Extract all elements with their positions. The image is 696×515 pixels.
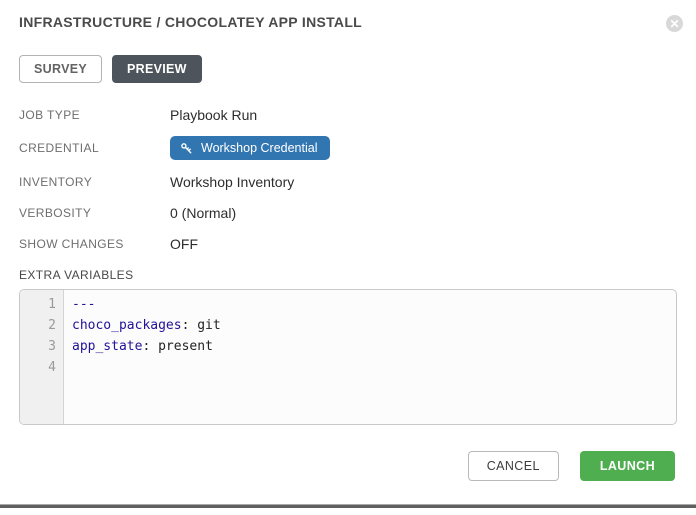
- verbosity-label: VERBOSITY: [19, 206, 170, 220]
- show-changes-label: SHOW CHANGES: [19, 237, 170, 251]
- credential-label: CREDENTIAL: [19, 141, 170, 155]
- inventory-value: Workshop Inventory: [170, 174, 294, 190]
- tab-bar: SURVEY PREVIEW: [19, 55, 677, 83]
- editor-line-number-gutter: 1 2 3 4: [20, 290, 64, 424]
- editor-code-area[interactable]: --- choco_packages: git app_state: prese…: [64, 290, 676, 424]
- job-type-value: Playbook Run: [170, 107, 257, 123]
- line-number: 1: [20, 294, 56, 315]
- show-changes-value: OFF: [170, 236, 198, 252]
- detail-row-show-changes: SHOW CHANGES OFF: [19, 228, 677, 259]
- job-type-label: JOB TYPE: [19, 108, 170, 122]
- extra-variables-label: EXTRA VARIABLES: [19, 268, 677, 282]
- page-title: INFRASTRUCTURE / CHOCOLATEY APP INSTALL: [19, 14, 677, 31]
- close-icon[interactable]: ✕: [666, 15, 683, 32]
- key-icon: [180, 142, 193, 155]
- close-glyph: ✕: [669, 18, 679, 30]
- detail-row-job-type: JOB TYPE Playbook Run: [19, 99, 677, 130]
- inventory-label: INVENTORY: [19, 175, 170, 189]
- code-line: ---: [72, 294, 676, 315]
- window-bottom-edge: [0, 504, 696, 508]
- detail-row-credential: CREDENTIAL Workshop Credential: [19, 130, 677, 166]
- modal-footer: CANCEL LAUNCH: [0, 451, 675, 481]
- modal-header: INFRASTRUCTURE / CHOCOLATEY APP INSTALL …: [0, 0, 696, 31]
- tab-survey[interactable]: SURVEY: [19, 55, 102, 83]
- launch-button[interactable]: LAUNCH: [580, 451, 675, 481]
- line-number: 3: [20, 336, 56, 357]
- job-details: JOB TYPE Playbook Run CREDENTIAL Worksho…: [19, 99, 677, 259]
- credential-badge-label: Workshop Credential: [201, 141, 318, 155]
- code-line: [72, 357, 676, 378]
- detail-row-inventory: INVENTORY Workshop Inventory: [19, 166, 677, 197]
- cancel-button[interactable]: CANCEL: [468, 451, 559, 481]
- code-line: choco_packages: git: [72, 315, 676, 336]
- code-line: app_state: present: [72, 336, 676, 357]
- job-launch-preview-modal: INFRASTRUCTURE / CHOCOLATEY APP INSTALL …: [0, 0, 696, 515]
- line-number: 2: [20, 315, 56, 336]
- tab-preview[interactable]: PREVIEW: [112, 55, 202, 83]
- extra-variables-editor[interactable]: 1 2 3 4 --- choco_packages: git app_stat…: [19, 289, 677, 425]
- detail-row-verbosity: VERBOSITY 0 (Normal): [19, 197, 677, 228]
- verbosity-value: 0 (Normal): [170, 205, 236, 221]
- credential-badge[interactable]: Workshop Credential: [170, 136, 330, 160]
- line-number: 4: [20, 357, 56, 378]
